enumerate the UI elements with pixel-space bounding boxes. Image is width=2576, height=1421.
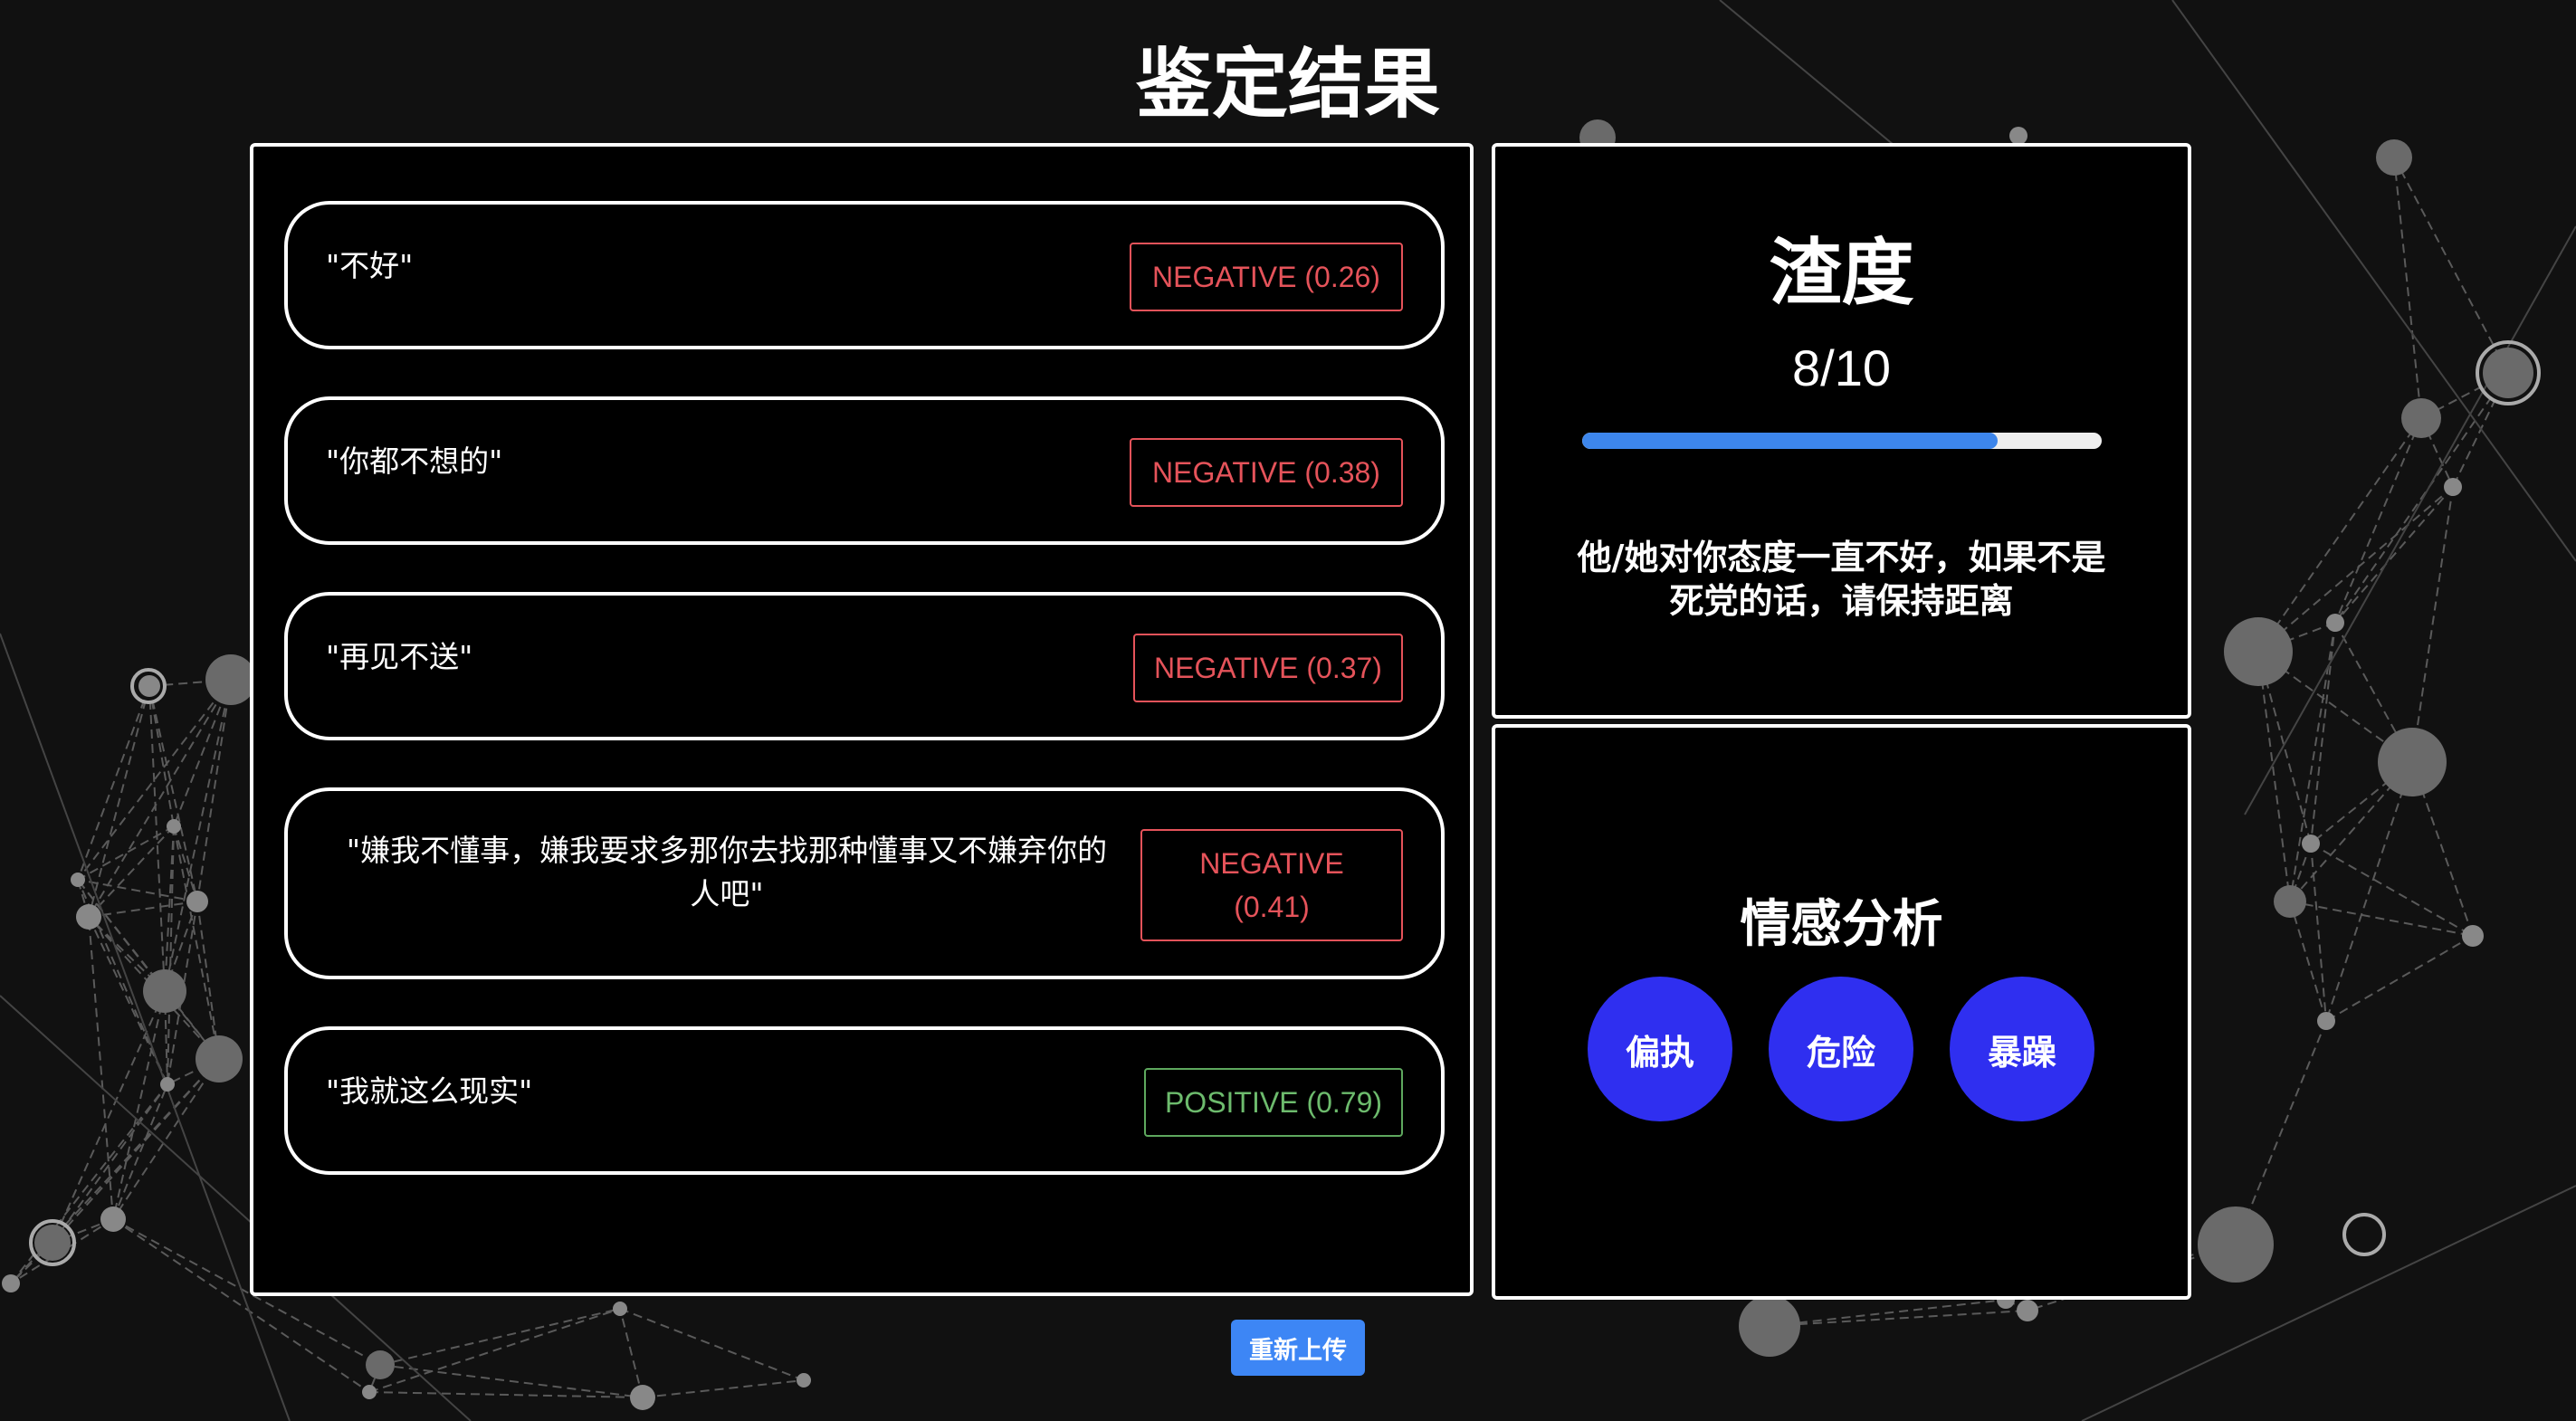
network-edge: [196, 679, 232, 902]
network-ring: [2342, 1213, 2386, 1256]
message-text: "你都不想的": [326, 443, 503, 479]
network-edge: [2325, 935, 2474, 1022]
network-edge: [642, 1379, 805, 1398]
message-text: "我就这么现实": [326, 1073, 533, 1109]
network-edge: [0, 633, 291, 1421]
network-node: [205, 654, 256, 705]
message-card: "再见不送" NEGATIVE (0.37): [284, 592, 1445, 740]
network-edge: [379, 1308, 621, 1366]
network-node: [1739, 1295, 1800, 1357]
network-node: [2444, 478, 2462, 496]
network-edge: [77, 685, 150, 881]
sentiment-badge: NEGATIVE (0.26): [1130, 243, 1403, 311]
message-text: "嫌我不懂事，嫌我要求多那你去找那种懂事又不嫌弃你的人吧": [346, 833, 1108, 911]
network-node: [613, 1302, 627, 1316]
network-edge: [2310, 843, 2474, 937]
network-edge: [2393, 157, 2422, 419]
network-edge: [88, 685, 150, 918]
network-node: [2317, 1012, 2335, 1030]
score-comment: 他/她对你态度一直不好，如果不是死党的话，请保持距离: [1577, 538, 2106, 621]
sentiment-badge: NEGATIVE (0.37): [1133, 634, 1403, 702]
reupload-button[interactable]: 重新上传: [1231, 1320, 1365, 1376]
network-edge: [148, 685, 175, 827]
score-title: 渣度: [1769, 231, 1914, 315]
network-edge: [1769, 1299, 2007, 1327]
network-node: [366, 1350, 395, 1379]
emotion-analysis-panel: 情感分析 偏执 危险 暴躁: [1492, 724, 2191, 1300]
network-edge: [77, 825, 175, 881]
network-node: [186, 891, 208, 912]
network-node: [100, 1206, 126, 1232]
emotion-tag: 偏执: [1588, 977, 1732, 1121]
network-node: [2274, 885, 2306, 918]
network-node: [797, 1373, 811, 1388]
score-progress-fill: [1582, 433, 1999, 449]
network-edge: [2257, 486, 2454, 653]
emotion-tag: 危险: [1769, 977, 1913, 1121]
network-node: [2376, 139, 2412, 176]
network-edge: [2310, 622, 2336, 844]
sentiment-badge: NEGATIVE (0.38): [1130, 438, 1403, 507]
sentiment-badge-score: (0.41): [1234, 891, 1310, 923]
network-node: [630, 1385, 655, 1410]
message-card: "我就这么现实" POSITIVE (0.79): [284, 1026, 1445, 1175]
network-node: [71, 873, 85, 887]
message-card: "嫌我不懂事，嫌我要求多那你去找那种懂事又不嫌弃你的人吧" NEGATIVE (…: [284, 787, 1445, 979]
sentiment-badge: POSITIVE (0.79): [1144, 1068, 1403, 1137]
network-edge: [2393, 157, 2509, 374]
network-node: [196, 1035, 243, 1082]
network-edge: [52, 990, 166, 1244]
network-node: [2378, 728, 2447, 796]
message-list-panel: "不好" NEGATIVE (0.26) "你都不想的" NEGATIVE (0…: [250, 143, 1474, 1296]
network-node: [76, 904, 101, 930]
network-node: [34, 1225, 71, 1261]
network-node: [2326, 614, 2344, 632]
network-node: [2483, 348, 2533, 398]
network-node: [2462, 925, 2484, 947]
network-node: [2302, 834, 2320, 853]
emotion-title: 情感分析: [1740, 895, 1943, 954]
network-edge: [173, 825, 220, 1060]
score-panel: 渣度 8/10 他/她对你态度一直不好，如果不是死党的话，请保持距离: [1492, 143, 2191, 719]
network-edge: [619, 1308, 644, 1398]
network-node: [167, 819, 181, 834]
network-node: [2224, 617, 2293, 686]
emotion-tag: 暴躁: [1950, 977, 2094, 1121]
message-text: "不好": [326, 248, 414, 283]
network-edge: [2334, 417, 2422, 624]
network-edge: [2325, 761, 2413, 1022]
network-edge: [2411, 486, 2454, 763]
network-node: [138, 675, 160, 697]
score-value: 8/10: [1792, 339, 1891, 396]
network-node: [362, 1385, 377, 1399]
network-edge: [2310, 843, 2327, 1022]
network-edge: [2257, 651, 2291, 902]
network-edge: [2244, 225, 2576, 815]
sentiment-badge: NEGATIVE (0.41): [1140, 829, 1403, 941]
network-node: [2198, 1206, 2274, 1283]
network-edge: [1769, 1310, 2028, 1327]
network-edge: [619, 1308, 805, 1381]
message-card: "你都不想的" NEGATIVE (0.38): [284, 396, 1445, 545]
network-node: [160, 1077, 175, 1092]
network-node: [143, 969, 186, 1013]
page-title: 鉴定结果: [1135, 40, 1440, 129]
score-progress-bar: [1582, 433, 2102, 449]
network-node: [2, 1274, 20, 1292]
sentiment-badge-label: NEGATIVE: [1199, 847, 1344, 880]
network-node: [2017, 1300, 2038, 1321]
message-card: "不好" NEGATIVE (0.26): [284, 201, 1445, 349]
message-text: "再见不送": [326, 639, 473, 674]
network-edge: [368, 1308, 621, 1393]
network-node: [2401, 398, 2441, 438]
